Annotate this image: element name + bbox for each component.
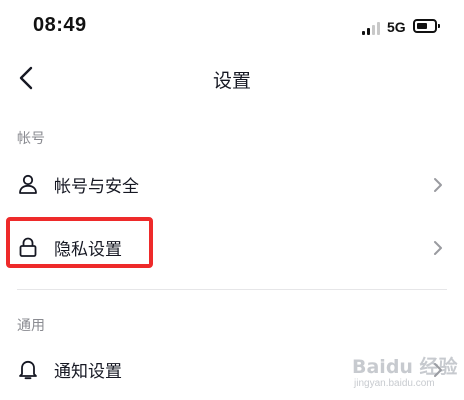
nav-bar: 设置: [0, 56, 464, 100]
page-title: 设置: [212, 70, 251, 92]
battery-icon: [413, 19, 440, 33]
settings-item-privacy[interactable]: 隐私设置: [0, 220, 464, 276]
settings-item-notifications[interactable]: 通知设置: [0, 342, 464, 398]
chevron-right-icon: [434, 363, 442, 377]
section-header-account: 帐号: [17, 131, 45, 147]
status-time: 08:49: [33, 14, 87, 36]
user-icon: [19, 174, 37, 194]
settings-item-label: 帐号与安全: [54, 177, 139, 197]
status-bar: 08:49 5G: [0, 0, 464, 56]
section-header-general: 通用: [17, 318, 45, 334]
section-divider: [17, 289, 447, 290]
chevron-right-icon: [434, 241, 442, 255]
settings-item-label: 通知设置: [54, 362, 122, 382]
signal-strength-icon: [362, 22, 382, 35]
lock-icon: [19, 237, 37, 257]
network-type: 5G: [387, 19, 406, 35]
settings-item-account-security[interactable]: 帐号与安全: [0, 157, 464, 213]
bell-icon: [19, 360, 37, 380]
chevron-right-icon: [434, 178, 442, 192]
settings-item-label: 隐私设置: [54, 240, 122, 260]
